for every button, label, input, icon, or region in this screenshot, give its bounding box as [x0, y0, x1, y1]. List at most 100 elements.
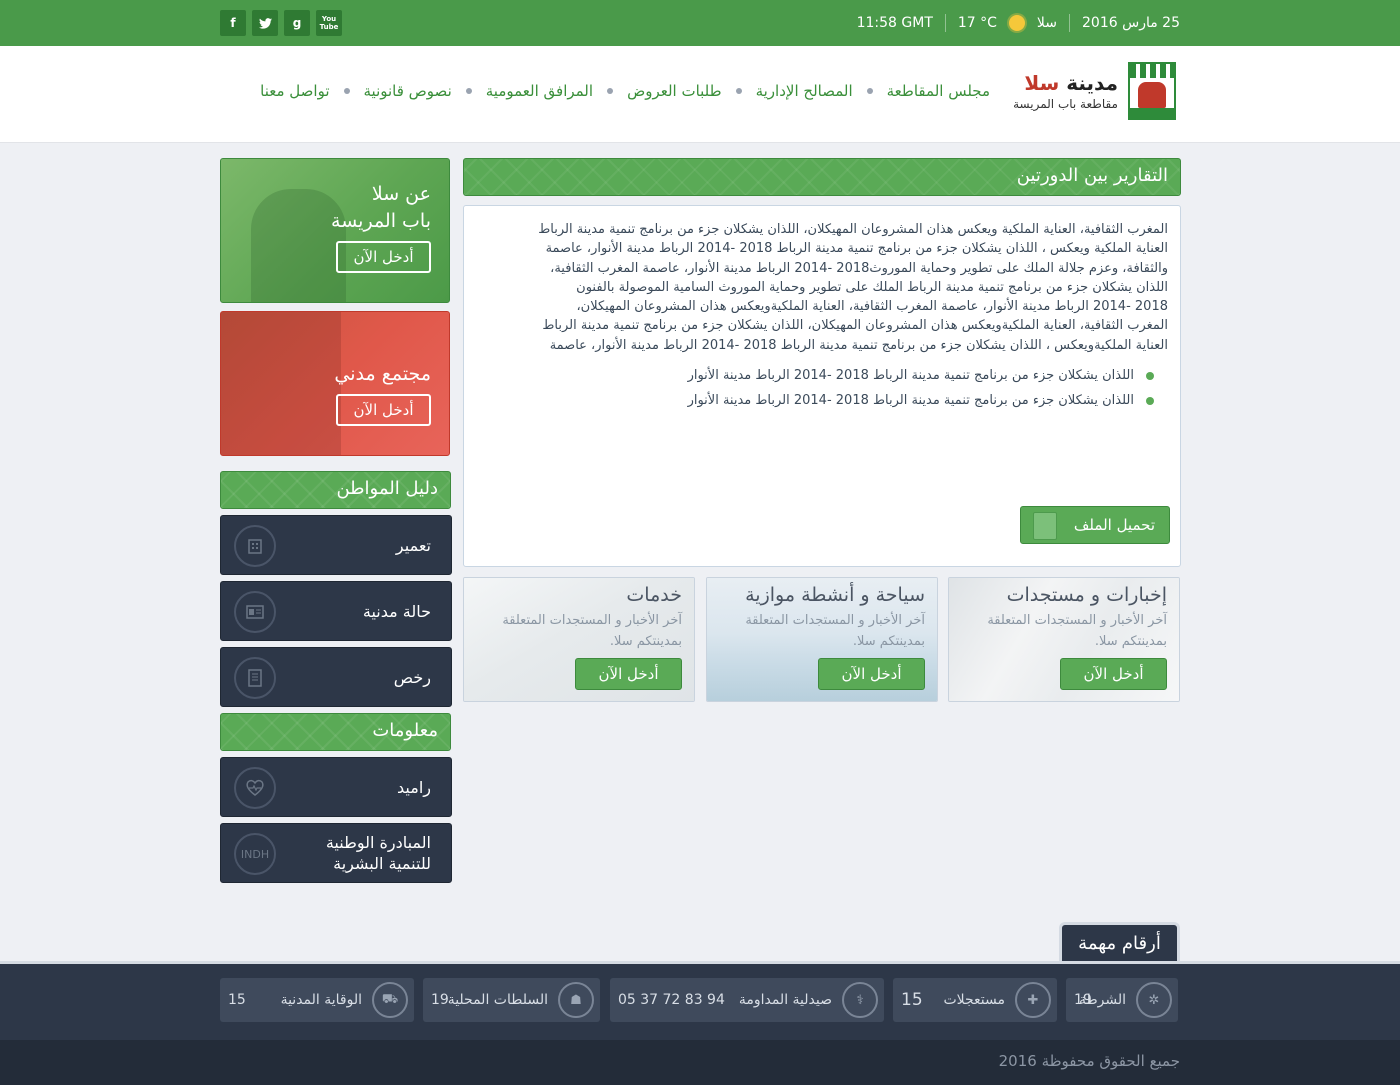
sidebar-item-label: المبادرة الوطنية للتنمية البشرية [326, 824, 431, 882]
nav-dot [866, 88, 873, 94]
twitter-icon[interactable] [252, 10, 278, 36]
number-item-civil-protection[interactable]: ⛟ الوقاية المدنية 15 [220, 978, 414, 1022]
article-paragraph: المغرب الثقافية، العناية الملكية ويعكس ه… [480, 220, 1168, 355]
number-value: 05 37 72 83 94 [618, 992, 725, 1008]
promo-title: مجتمع مدني [334, 363, 431, 385]
download-label: تحميل الملف [1073, 516, 1155, 534]
nav-legal-texts[interactable]: نصوص قانونية [364, 82, 452, 100]
number-item-emergency[interactable]: ✚ مستعجلات 15 [893, 978, 1057, 1022]
number-value: 15 [228, 992, 246, 1008]
temperature-text: 17 °C [957, 15, 997, 31]
city-emblem-icon [1128, 62, 1176, 120]
nav-council[interactable]: مجلس المقاطعة [887, 82, 990, 100]
article-box: المغرب الثقافية، العناية الملكية ويعكس ه… [463, 205, 1181, 567]
logo-title-city: سلا [1024, 71, 1060, 95]
card-description: آخر الأخبار و المستجدات المتعلقة بمدينتك… [987, 613, 1167, 649]
paragraph-line: اللذان يشكلان جزء من برنامج تنمية مدينة … [576, 279, 1168, 295]
paragraph-line: 2018 -2014 الرباط مدينة الأنوار، عاصمة ا… [576, 299, 1168, 315]
promo-enter-button[interactable]: أدخل الآن [336, 394, 431, 426]
nav-dot [607, 88, 614, 94]
nav-dot [343, 88, 350, 94]
nav-public-facilities[interactable]: المرافق العمومية [486, 82, 593, 100]
number-item-pharmacy[interactable]: ⚕ صيدلية المداومة 05 37 72 83 94 [610, 978, 884, 1022]
logo-title: مدينة سلا [1013, 71, 1118, 95]
site-header: مدينة سلا مقاطعة باب المريسة مجلس المقاط… [0, 46, 1400, 143]
top-bar: 25 مارس 2016 سلا 17 °C 11:58 GMT f g You… [0, 0, 1400, 46]
crowd-image [221, 312, 341, 455]
id-card-icon [234, 591, 276, 633]
building-icon [234, 525, 276, 567]
paragraph-line: المغرب الثقافية، العناية الملكية ويعكس ه… [538, 222, 1168, 237]
sidebar-item-ramed[interactable]: راميد [220, 757, 452, 817]
social-links: f g You Tube [220, 10, 342, 36]
card-enter-button[interactable]: أدخل الآن [1060, 658, 1167, 690]
services-card[interactable]: خدمات آخر الأخبار و المستجدات المتعلقة ب… [463, 577, 695, 702]
promo-line: باب المريسة [331, 210, 431, 232]
indh-icon: INDH [234, 833, 276, 875]
label-line: المبادرة الوطنية [325, 833, 431, 852]
card-title: خدمات [626, 584, 682, 606]
facebook-icon[interactable]: f [220, 10, 246, 36]
document-icon [234, 657, 276, 699]
article-bullets: اللذان يشكلان جزء من برنامج تنمية مدينة … [480, 363, 1168, 413]
city-text: سلا [1036, 15, 1058, 31]
paragraph-line: المغرب الثقافية، العناية الملكيةويعكس هذ… [542, 318, 1168, 334]
sidebar-item-label: حالة مدنية [362, 601, 431, 621]
divider [1069, 14, 1071, 32]
divider [944, 14, 946, 32]
sidebar-item-licenses[interactable]: رخص [220, 647, 452, 707]
card-enter-button[interactable]: أدخل الآن [575, 658, 682, 690]
news-card[interactable]: إخبارات و مستجدات آخر الأخبار و المستجدا… [948, 577, 1180, 702]
number-item-authorities[interactable]: ☗ السلطات المحلية 19 [423, 978, 600, 1022]
fire-truck-icon: ⛟ [372, 982, 408, 1018]
number-name: السلطات المحلية [447, 992, 548, 1008]
site-logo[interactable]: مدينة سلا مقاطعة باب المريسة [1013, 62, 1176, 120]
page-title: التقارير بين الدورتين [463, 158, 1181, 196]
logo-title-prefix: مدينة [1066, 71, 1118, 95]
nav-dot [465, 88, 472, 94]
sidebar-item-indh[interactable]: المبادرة الوطنية للتنمية البشرية INDH [220, 823, 452, 883]
card-title: سياحة و أنشطة موازية [745, 584, 925, 606]
logo-subtitle: مقاطعة باب المريسة [1013, 97, 1118, 111]
youtube-icon[interactable]: You Tube [316, 10, 342, 36]
download-file-button[interactable]: تحميل الملف [1020, 506, 1170, 544]
sidebar-item-label: راميد [397, 777, 431, 797]
paragraph-line: العناية الملكيةويعكس ، اللذان يشكلان جزء… [549, 337, 1168, 353]
list-item: اللذان يشكلان جزء من برنامج تنمية مدينة … [480, 363, 1168, 388]
sidebar-item-urbanism[interactable]: تعمير [220, 515, 452, 575]
card-title: إخبارات و مستجدات [1006, 584, 1167, 606]
main-nav: مجلس المقاطعة المصالح الإدارية طلبات الع… [260, 82, 990, 100]
card-enter-button[interactable]: أدخل الآن [818, 658, 925, 690]
file-icon [1033, 512, 1057, 540]
date-text: 25 مارس 2016 [1082, 15, 1180, 31]
nav-tenders[interactable]: طلبات العروض [627, 82, 722, 100]
info-heading: معلومات [220, 713, 451, 751]
google-icon[interactable]: g [284, 10, 310, 36]
sidebar-item-label: تعمير [395, 535, 431, 555]
sidebar-item-civil-status[interactable]: حالة مدنية [220, 581, 452, 641]
promo-enter-button[interactable]: أدخل الآن [336, 241, 431, 273]
time-text: 11:58 GMT [856, 15, 933, 31]
tourism-card[interactable]: سياحة و أنشطة موازية آخر الأخبار و المست… [706, 577, 938, 702]
copyright-text: جميع الحقوق محفوظة 2016 [998, 1052, 1180, 1070]
authority-icon: ☗ [558, 982, 594, 1018]
important-numbers-tab: أرقام مهمة [1059, 922, 1180, 962]
number-name: مستعجلات [943, 992, 1005, 1008]
ambulance-icon: ✚ [1015, 982, 1051, 1018]
promo-line: عن سلا [371, 183, 431, 205]
list-item: اللذان يشكلان جزء من برنامج تنمية مدينة … [480, 388, 1168, 413]
pharmacy-icon: ⚕ [842, 982, 878, 1018]
citizen-guide-heading: دليل المواطن [220, 471, 451, 509]
top-info: 25 مارس 2016 سلا 17 °C 11:58 GMT [857, 14, 1180, 32]
weather-sun-icon [1008, 15, 1025, 31]
number-item-police[interactable]: ✲ الشرطة 19 [1066, 978, 1178, 1022]
nav-contact[interactable]: تواصل معنا [260, 82, 329, 100]
sidebar-item-label: رخص [393, 667, 431, 687]
bottom-bar [0, 1040, 1400, 1085]
number-name: صيدلية المداومة [738, 992, 832, 1008]
paragraph-line: العناية الملكية ويعكس ، اللذان يشكلان جز… [545, 241, 1168, 257]
about-sale-promo[interactable]: عن سلا باب المريسة أدخل الآن [220, 158, 450, 303]
number-value: 19 [431, 992, 449, 1008]
civil-society-promo[interactable]: مجتمع مدني أدخل الآن [220, 311, 450, 456]
nav-admin-services[interactable]: المصالح الإدارية [756, 82, 853, 100]
